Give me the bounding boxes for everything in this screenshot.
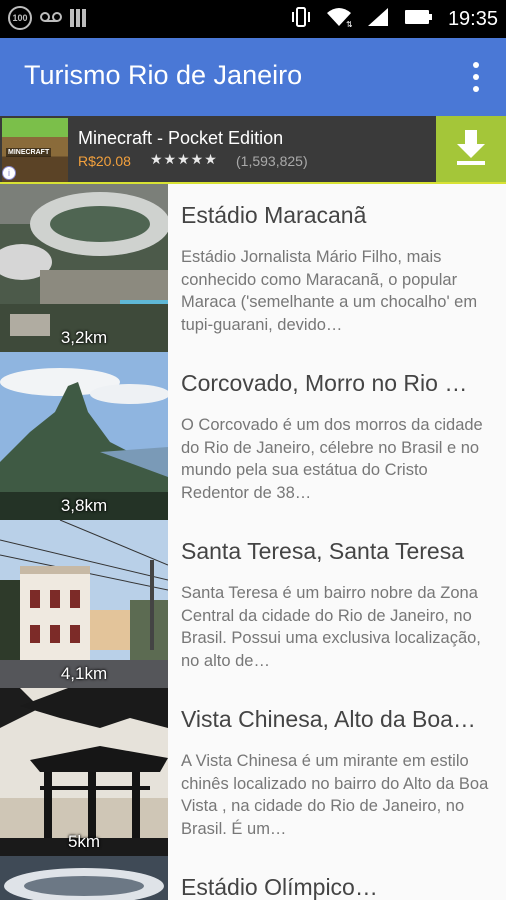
place-thumbnail[interactable]: 3,2km xyxy=(0,184,168,352)
list-item[interactable]: 3,8km Corcovado, Morro no Rio … O Corcov… xyxy=(0,352,506,520)
list-item[interactable]: 4,1km Santa Teresa, Santa Teresa Santa T… xyxy=(0,520,506,688)
place-distance: 5km xyxy=(67,832,101,851)
ad-rating-stars: ★★★★★ xyxy=(150,151,218,167)
battery-icon xyxy=(404,7,434,32)
place-thumbnail[interactable]: 3,8km xyxy=(0,352,168,520)
place-title[interactable]: Estádio Olímpico… xyxy=(181,874,497,900)
badge-text: 100 xyxy=(12,13,28,23)
place-title[interactable]: Santa Teresa, Santa Teresa xyxy=(181,538,497,565)
overflow-menu-icon[interactable] xyxy=(464,62,488,92)
place-title[interactable]: Estádio Maracanã xyxy=(181,202,497,229)
place-description: Estádio Jornalista Mário Filho, mais con… xyxy=(181,248,478,334)
svg-text:⇅: ⇅ xyxy=(346,20,352,28)
ad-price: R$20.08 xyxy=(78,153,131,169)
list-item[interactable]: 5km Vista Chinesa, Alto da Boa… A Vista … xyxy=(0,688,506,856)
clock-time: 19:35 xyxy=(447,7,498,30)
place-distance: 3,2km xyxy=(60,328,108,347)
place-title[interactable]: Corcovado, Morro no Rio … xyxy=(181,370,497,397)
voicemail-icon xyxy=(40,9,62,28)
place-description: A Vista Chinesa é um mirante em estilo c… xyxy=(181,752,489,838)
place-title[interactable]: Vista Chinesa, Alto da Boa… xyxy=(181,706,497,733)
place-description: Santa Teresa é um bairro nobre da Zona C… xyxy=(181,584,481,670)
place-distance: 3,8km xyxy=(60,496,108,515)
place-description: O Corcovado é um dos morros da cidade do… xyxy=(181,416,483,502)
ad-title[interactable]: Minecraft - Pocket Edition xyxy=(78,128,283,149)
place-thumbnail[interactable]: 4,1km xyxy=(0,520,168,688)
ad-banner[interactable]: MINECRAFT i Minecraft - Pocket Edition R… xyxy=(0,116,506,184)
battery-saver-icon: 100 xyxy=(8,6,32,30)
download-icon xyxy=(454,128,488,171)
ad-review-count: (1,593,825) xyxy=(236,153,308,169)
ad-choices-icon[interactable]: i xyxy=(2,166,16,180)
list-item[interactable]: Estádio Olímpico… xyxy=(0,856,506,900)
place-distance: 4,1km xyxy=(60,664,108,683)
status-bar: 100 ⇅ 19:35 xyxy=(0,0,506,38)
place-thumbnail[interactable]: 5km xyxy=(0,688,168,856)
download-button[interactable] xyxy=(436,116,506,182)
barcode-icon xyxy=(70,9,86,27)
wifi-icon: ⇅ xyxy=(326,6,353,33)
list-item[interactable]: 3,2km Estádio Maracanã Estádio Jornalist… xyxy=(0,184,506,352)
ad-thumb-label: MINECRAFT xyxy=(6,148,52,157)
vibrate-icon xyxy=(290,6,312,33)
signal-icon xyxy=(366,6,390,33)
app-bar: Turismo Rio de Janeiro xyxy=(0,38,506,116)
app-title: Turismo Rio de Janeiro xyxy=(24,60,303,90)
place-thumbnail[interactable] xyxy=(0,856,168,900)
